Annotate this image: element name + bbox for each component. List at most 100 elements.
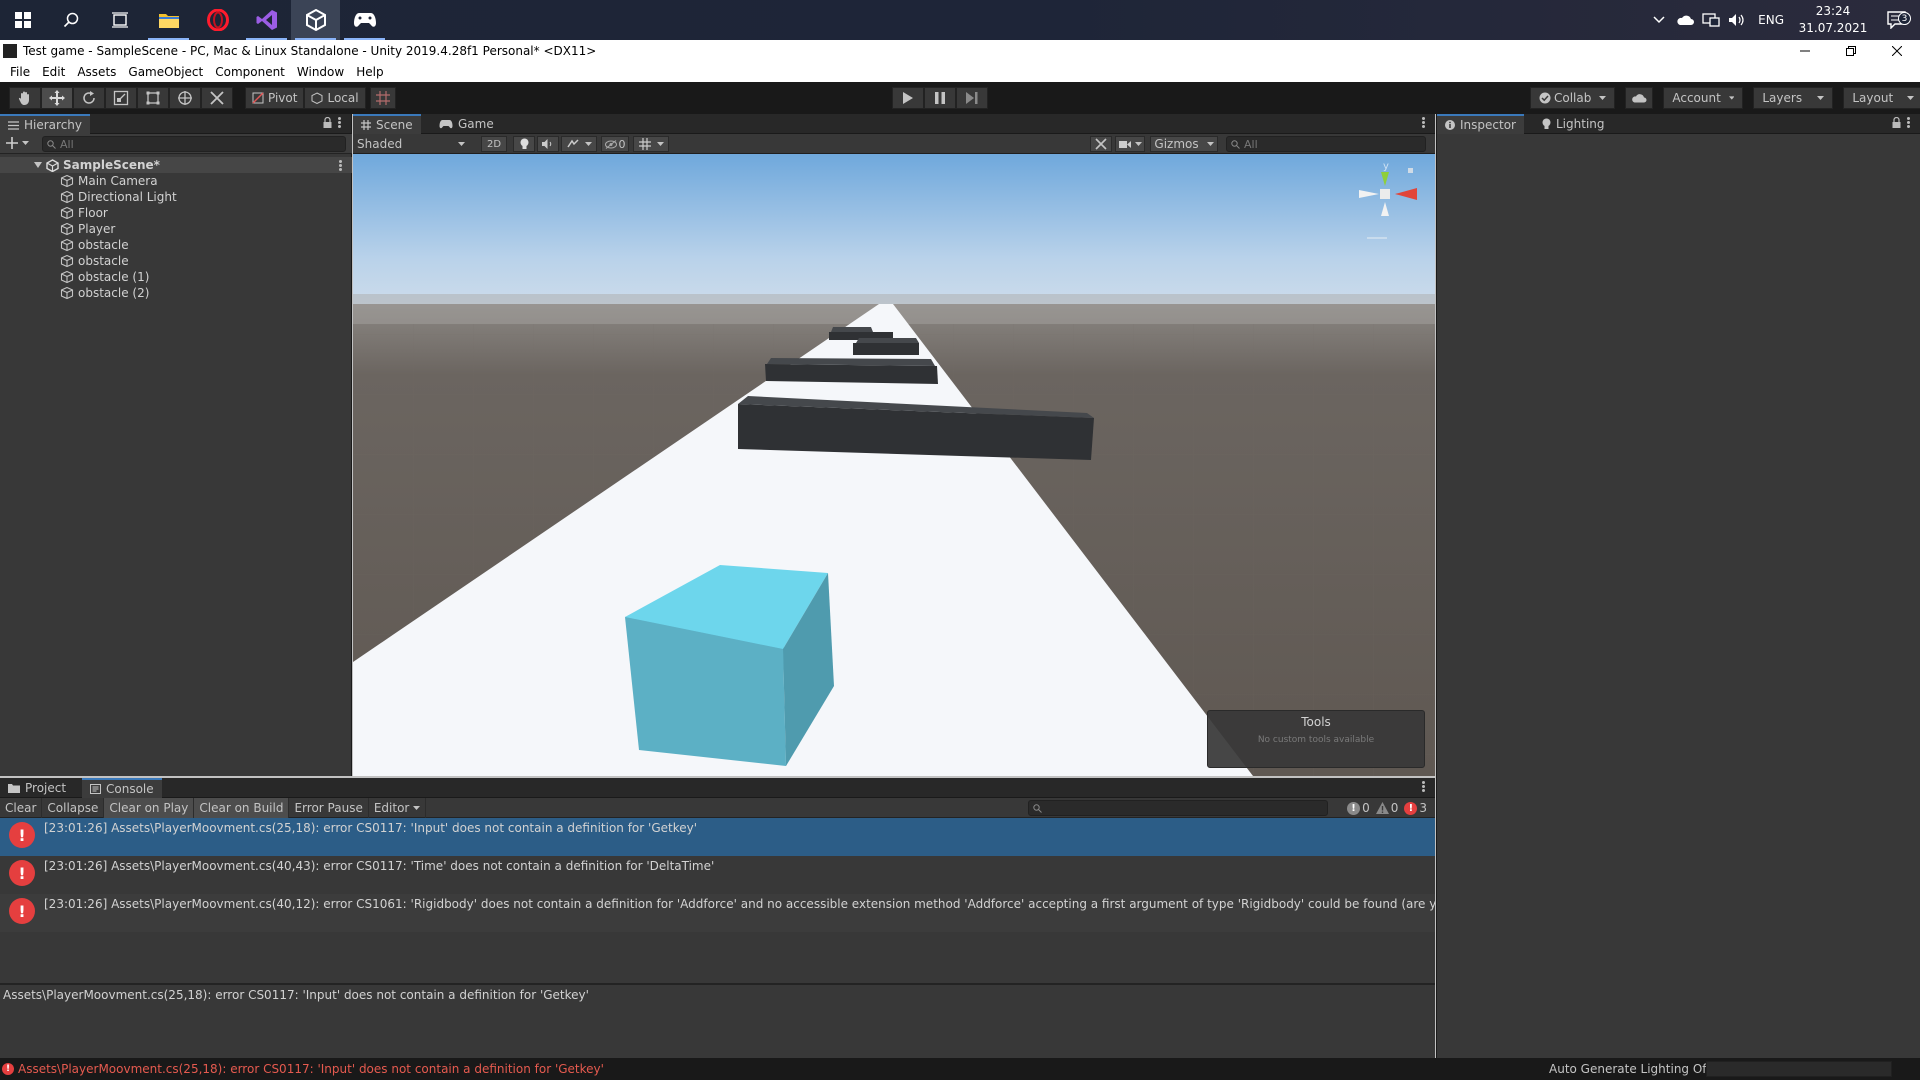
console-menu-icon[interactable] <box>1422 781 1425 792</box>
console-collapse-button[interactable]: Collapse <box>42 797 105 818</box>
hierarchy-item[interactable]: Floor <box>0 205 352 221</box>
minimize-button[interactable] <box>1782 40 1828 62</box>
hierarchy-scene-row[interactable]: SampleScene* <box>0 157 352 173</box>
console-detail-divider[interactable] <box>0 983 1435 985</box>
opera-taskbar-button[interactable] <box>193 0 242 40</box>
hierarchy-search-input[interactable]: All <box>42 136 346 152</box>
tab-game-label: Game <box>458 117 494 131</box>
move-tool-button[interactable] <box>41 87 73 109</box>
rect-tool-button[interactable] <box>137 87 169 109</box>
play-button[interactable] <box>892 87 924 109</box>
console-log-entry[interactable]: ! [23:01:26] Assets\PlayerMoovment.cs(40… <box>0 894 1435 932</box>
info-bubble-icon: ! <box>1347 801 1361 815</box>
scale-tool-button[interactable] <box>105 87 137 109</box>
auto-lighting-status[interactable]: Auto Generate Lighting Off <box>1549 1062 1711 1076</box>
console-editor-dropdown[interactable]: Editor <box>369 797 427 818</box>
cloud-services-button[interactable] <box>1625 87 1654 109</box>
console-clear-button[interactable]: Clear <box>0 797 43 818</box>
scene-effects-dropdown[interactable] <box>561 136 597 152</box>
unity-taskbar-button[interactable] <box>291 0 340 40</box>
local-toggle-button[interactable]: Local <box>304 87 366 109</box>
volume-icon[interactable] <box>1724 13 1750 27</box>
menu-assets[interactable]: Assets <box>71 65 122 79</box>
step-button[interactable] <box>956 87 988 109</box>
console-search-input[interactable] <box>1028 800 1328 816</box>
collab-dropdown[interactable]: Collab <box>1530 87 1616 109</box>
hierarchy-item[interactable]: Main Camera <box>0 173 352 189</box>
scene-visibility-toggle[interactable]: 0 <box>601 136 629 152</box>
layers-dropdown[interactable]: Layers <box>1753 87 1834 109</box>
expand-arrow-icon[interactable] <box>34 161 42 169</box>
onedrive-cloud-icon[interactable] <box>1672 15 1698 26</box>
rotate-tool-button[interactable] <box>73 87 105 109</box>
scene-lighting-toggle[interactable] <box>513 136 535 152</box>
visual-studio-taskbar-button[interactable] <box>242 0 291 40</box>
menu-help[interactable]: Help <box>350 65 389 79</box>
console-clear-on-build-toggle[interactable]: Clear on Build <box>194 797 290 818</box>
taskbar-clock[interactable]: 23:24 31.07.2021 <box>1792 3 1874 37</box>
transform-tool-button[interactable] <box>169 87 201 109</box>
hierarchy-menu-icon[interactable] <box>338 117 341 128</box>
network-icon[interactable] <box>1698 13 1724 27</box>
console-log-entry[interactable]: ! [23:01:26] Assets\PlayerMoovment.cs(25… <box>0 818 1435 856</box>
tab-lighting[interactable]: Lighting <box>1534 114 1613 134</box>
scene-search-input[interactable]: All <box>1226 136 1426 152</box>
scene-grid-dropdown[interactable] <box>633 136 669 152</box>
hand-tool-button[interactable] <box>9 87 41 109</box>
restore-button[interactable] <box>1828 40 1874 62</box>
taskbar-search-button[interactable] <box>46 0 95 40</box>
create-dropdown-button[interactable] <box>6 137 29 149</box>
scene-tools-button[interactable] <box>1090 136 1112 152</box>
menu-component[interactable]: Component <box>209 65 291 79</box>
tab-scene[interactable]: Scene <box>353 114 421 134</box>
menu-gameobject[interactable]: GameObject <box>122 65 209 79</box>
action-center-button[interactable]: 3 <box>1874 11 1920 29</box>
console-clear-on-play-toggle[interactable]: Clear on Play <box>104 797 195 818</box>
hierarchy-item[interactable]: obstacle (2) <box>0 285 352 301</box>
account-dropdown[interactable]: Account <box>1663 87 1744 109</box>
game-controller-taskbar-button[interactable] <box>340 0 389 40</box>
lock-icon[interactable] <box>323 117 332 128</box>
shading-mode-dropdown[interactable]: Shaded <box>353 134 471 154</box>
menu-edit[interactable]: Edit <box>36 65 71 79</box>
layout-dropdown[interactable]: Layout <box>1843 87 1920 109</box>
tab-game[interactable]: Game <box>431 114 502 134</box>
lock-icon[interactable] <box>1892 117 1901 128</box>
scene-row-menu-icon[interactable] <box>339 159 342 171</box>
pivot-toggle-button[interactable]: Pivot <box>245 87 305 109</box>
gizmos-dropdown[interactable]: Gizmos <box>1150 136 1218 152</box>
custom-tools-button[interactable] <box>201 87 233 109</box>
hierarchy-item[interactable]: Directional Light <box>0 189 352 205</box>
hierarchy-item[interactable]: obstacle <box>0 253 352 269</box>
console-error-pause-toggle[interactable]: Error Pause <box>289 797 369 818</box>
tab-inspector[interactable]: Inspector <box>1437 114 1524 134</box>
status-message[interactable]: ! Assets\PlayerMoovment.cs(25,18): error… <box>0 1062 604 1076</box>
console-info-counter[interactable]: ! 0 <box>1347 801 1370 815</box>
console-error-counter[interactable]: ! 3 <box>1404 801 1427 815</box>
hierarchy-item[interactable]: obstacle (1) <box>0 269 352 285</box>
close-window-button[interactable] <box>1874 40 1920 62</box>
menu-file[interactable]: File <box>4 65 36 79</box>
pause-button[interactable] <box>924 87 956 109</box>
scene-viewport[interactable]: y Tools No custom tools available <box>353 154 1435 776</box>
scene-camera-dropdown[interactable] <box>1115 136 1145 152</box>
inspector-menu-icon[interactable] <box>1907 117 1910 128</box>
file-explorer-taskbar-button[interactable] <box>144 0 193 40</box>
hierarchy-item[interactable]: Player <box>0 221 352 237</box>
tab-console[interactable]: Console <box>82 778 162 798</box>
grid-snap-button[interactable] <box>369 87 396 109</box>
orientation-gizmo[interactable]: y <box>1353 160 1423 250</box>
menu-window[interactable]: Window <box>291 65 350 79</box>
task-view-button[interactable] <box>95 0 144 40</box>
hierarchy-item[interactable]: obstacle <box>0 237 352 253</box>
show-hidden-icons-chevron-icon[interactable] <box>1646 16 1672 24</box>
tab-hierarchy[interactable]: Hierarchy <box>0 114 91 134</box>
windows-start-button[interactable] <box>0 0 46 40</box>
console-log-entry[interactable]: ! [23:01:26] Assets\PlayerMoovment.cs(40… <box>0 856 1435 894</box>
scene-panel-menu-icon[interactable] <box>1422 117 1425 128</box>
scene-audio-toggle[interactable] <box>537 136 559 152</box>
input-language-indicator[interactable]: ENG <box>1750 13 1792 27</box>
console-warning-counter[interactable]: 0 <box>1375 801 1398 815</box>
tab-project[interactable]: Project <box>0 778 74 798</box>
toggle-2d-button[interactable]: 2D <box>481 136 507 152</box>
